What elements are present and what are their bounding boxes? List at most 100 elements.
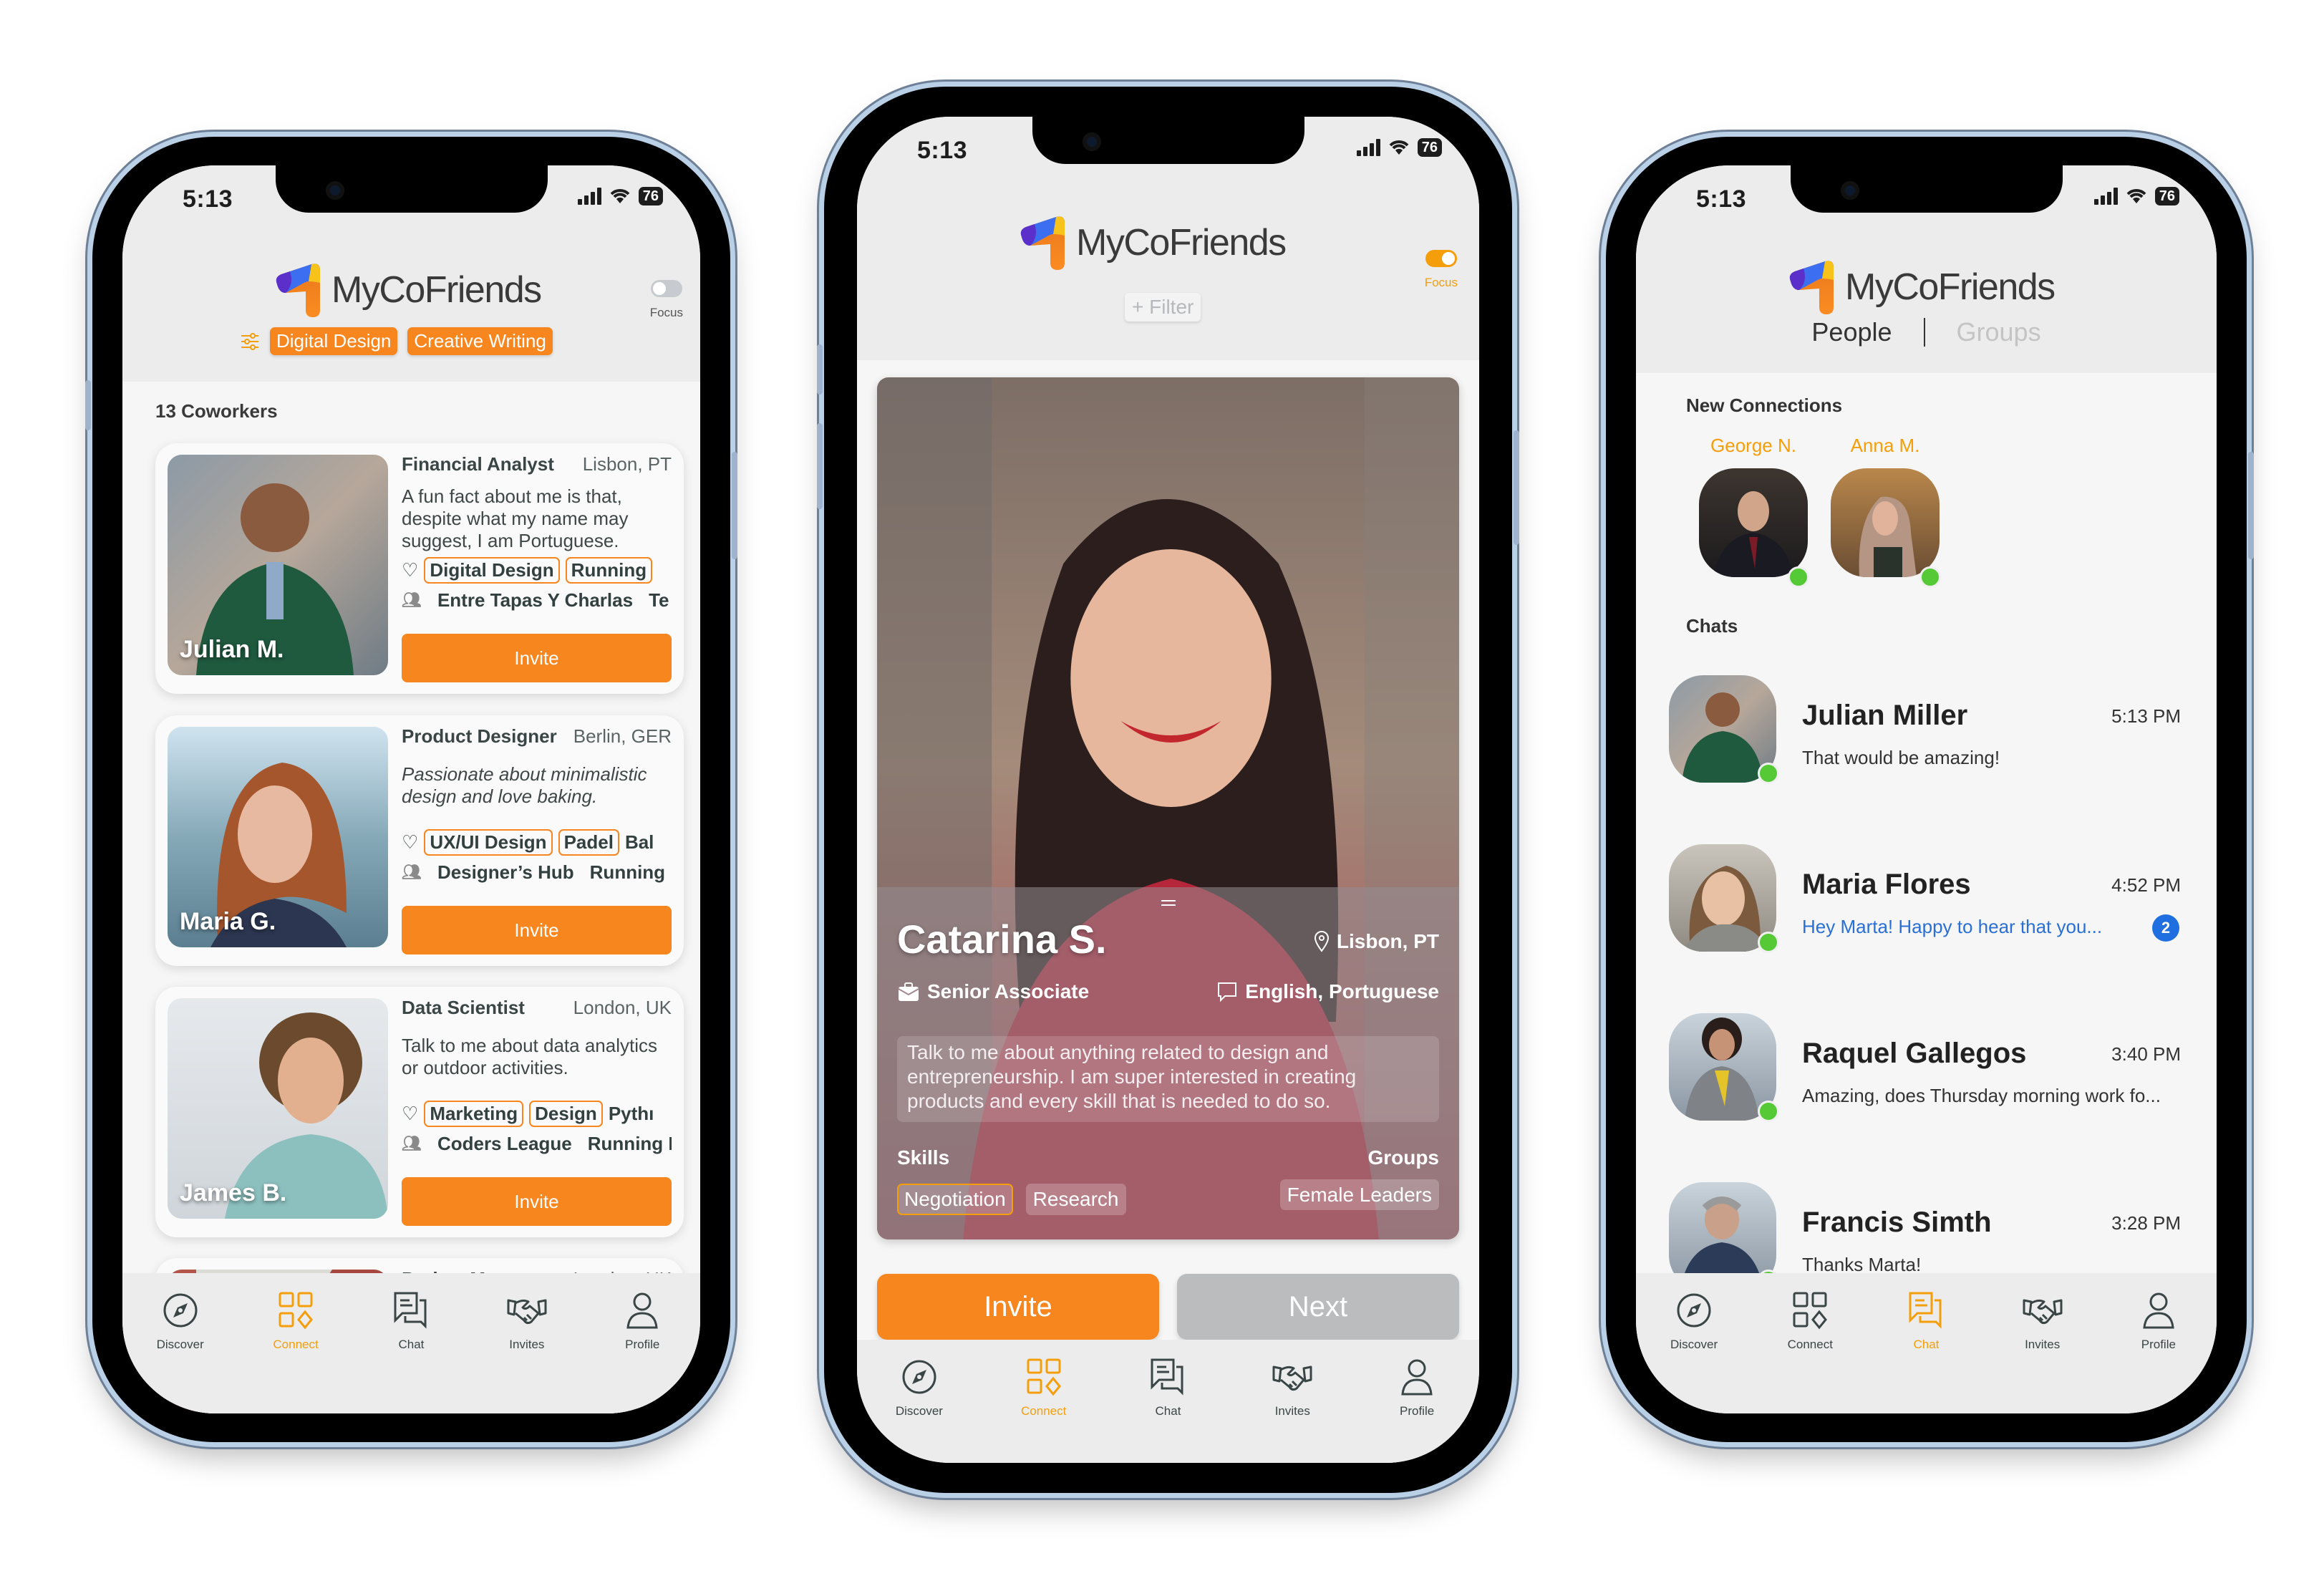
brand-name: MyCoFriends bbox=[1076, 222, 1287, 264]
coworker-location: Berlin, GER bbox=[573, 725, 672, 747]
nav-discover[interactable]: Discover bbox=[1647, 1290, 1740, 1413]
group-name: Coders League bbox=[437, 1132, 572, 1154]
signal-icon bbox=[2093, 188, 2118, 205]
notch bbox=[1790, 165, 2063, 213]
interest-tag-more: Bal bbox=[624, 831, 654, 853]
nav-profile[interactable]: Profile bbox=[2112, 1290, 2205, 1413]
bottom-nav: Discover Connect Chat Invites Profile bbox=[122, 1273, 700, 1413]
unread-badge: 2 bbox=[2152, 914, 2179, 942]
user-icon bbox=[626, 1292, 658, 1329]
nav-label: Connect bbox=[1021, 1404, 1067, 1418]
invite-button[interactable]: Invite bbox=[402, 634, 672, 682]
grid-icon bbox=[1793, 1292, 1828, 1330]
next-button[interactable]: Next bbox=[1177, 1274, 1459, 1340]
focus-toggle[interactable]: Focus bbox=[1425, 250, 1458, 290]
chat-row[interactable]: Julian Miller 5:13 PM That would be amaz… bbox=[1669, 675, 2188, 797]
group-name: Running I bbox=[587, 1132, 672, 1154]
nav-label: Connect bbox=[273, 1338, 319, 1351]
app-logo: MyCoFriends bbox=[273, 263, 542, 317]
filter-sliders-icon[interactable] bbox=[240, 332, 260, 352]
skill-tag[interactable]: Research bbox=[1025, 1184, 1126, 1215]
battery-indicator: 76 bbox=[1417, 138, 1442, 157]
invite-button[interactable]: Invite bbox=[877, 1274, 1159, 1340]
nav-connect[interactable]: Connect bbox=[997, 1357, 1090, 1463]
chat-name: Maria Flores bbox=[1802, 869, 1971, 900]
nav-label: Discover bbox=[1670, 1338, 1718, 1351]
logo-icon bbox=[1020, 216, 1065, 270]
nav-invites[interactable]: Invites bbox=[1996, 1290, 2089, 1413]
nav-chat[interactable]: Chat bbox=[1121, 1357, 1214, 1463]
nav-label: Discover bbox=[156, 1338, 204, 1351]
nav-chat[interactable]: Chat bbox=[1879, 1290, 1972, 1413]
groups-label: Groups bbox=[1367, 1146, 1439, 1169]
status-time: 5:13 bbox=[1696, 185, 1747, 213]
interest-tag-more: Pythı bbox=[608, 1102, 654, 1124]
skills-label: Skills bbox=[897, 1146, 950, 1169]
filter-chip[interactable]: Creative Writing bbox=[407, 327, 553, 355]
card-info: Data Scientist London, UK Talk to me abou… bbox=[402, 997, 672, 1156]
invite-button[interactable]: Invite bbox=[402, 1177, 672, 1226]
chat-time: 3:40 PM bbox=[2111, 1043, 2181, 1065]
nav-invites[interactable]: Invites bbox=[1246, 1357, 1339, 1463]
coworker-card[interactable]: James B. Data Scientist London, UK Talk t… bbox=[155, 987, 684, 1237]
groups-icon: 👥︎ bbox=[402, 863, 422, 881]
nav-connect[interactable]: Connect bbox=[249, 1290, 342, 1413]
location-text: Lisbon, PT bbox=[1336, 930, 1439, 952]
focus-toggle[interactable]: Focus bbox=[650, 280, 683, 320]
profile-photo: James B. bbox=[168, 998, 388, 1219]
nav-discover[interactable]: Discover bbox=[873, 1357, 966, 1463]
compass-icon bbox=[1677, 1293, 1711, 1328]
languages-text: English, Portuguese bbox=[1245, 980, 1439, 1002]
nav-label: Chat bbox=[398, 1338, 425, 1351]
skill-tag[interactable]: Negotiation bbox=[897, 1184, 1013, 1215]
nav-chat[interactable]: Chat bbox=[364, 1290, 457, 1413]
connection-name: George N. bbox=[1710, 435, 1796, 456]
drag-handle[interactable] bbox=[1161, 900, 1176, 906]
filter-chip[interactable]: Digital Design bbox=[270, 327, 398, 355]
online-indicator bbox=[1758, 763, 1779, 784]
tab-people[interactable]: People bbox=[1811, 317, 1892, 347]
phone-connect-list: 5:13 76 MyCoFriends Focus Digital Design… bbox=[85, 137, 737, 1442]
new-connection[interactable]: Anna M. bbox=[1831, 435, 1941, 588]
phone-profile-detail: 5:13 76 MyCoFriends Focus + Filter Catar… bbox=[817, 87, 1519, 1493]
coworker-bio: Passionate about minimalistic design and… bbox=[402, 763, 647, 807]
group-list: 👥︎ Coders League Running I bbox=[402, 1131, 672, 1156]
user-icon bbox=[1401, 1359, 1433, 1396]
new-connection[interactable]: George N. bbox=[1699, 435, 1809, 588]
coworker-role: Data Scientist bbox=[402, 997, 525, 1018]
connection-avatar bbox=[1699, 468, 1808, 577]
nav-invites[interactable]: Invites bbox=[480, 1290, 573, 1413]
heart-icon: ♡ bbox=[402, 559, 419, 581]
compass-icon bbox=[163, 1293, 198, 1328]
group-list: 👥︎ Entre Tapas Y Charlas Te bbox=[402, 587, 672, 613]
focus-switch[interactable] bbox=[1425, 250, 1457, 267]
chat-row[interactable]: Maria Flores 4:52 PM Hey Marta! Happy to… bbox=[1669, 844, 2188, 966]
coworker-card[interactable]: Maria G. Product Designer Berlin, GER Pas… bbox=[155, 715, 684, 966]
group-tags: Female Leaders bbox=[1279, 1179, 1439, 1210]
coworker-name: James B. bbox=[180, 1179, 287, 1207]
profile-name: Catarina S. bbox=[897, 917, 1107, 962]
chat-time: 4:52 PM bbox=[2111, 874, 2181, 896]
coworker-card[interactable]: Julian M. Financial Analyst Lisbon, PT A … bbox=[155, 443, 684, 694]
nav-discover[interactable]: Discover bbox=[134, 1290, 227, 1413]
nav-profile[interactable]: Profile bbox=[596, 1290, 689, 1413]
tab-groups[interactable]: Groups bbox=[1957, 317, 2041, 347]
profile-card[interactable]: Catarina S. Lisbon, PT Senior Associate … bbox=[877, 377, 1459, 1239]
nav-label: Profile bbox=[1399, 1404, 1435, 1418]
battery-indicator: 76 bbox=[2154, 187, 2179, 206]
chat-row[interactable]: Raquel Gallegos 3:40 PM Amazing, does Th… bbox=[1669, 1013, 2188, 1135]
add-filter-button[interactable]: + Filter bbox=[1125, 293, 1201, 322]
status-icons: 76 bbox=[577, 187, 663, 206]
focus-switch[interactable] bbox=[650, 280, 682, 297]
chat-name: Raquel Gallegos bbox=[1802, 1038, 2027, 1069]
side-button bbox=[817, 423, 823, 509]
card-info: Financial Analyst Lisbon, PT A fun fact a… bbox=[402, 453, 672, 613]
nav-profile[interactable]: Profile bbox=[1370, 1357, 1463, 1463]
invite-button[interactable]: Invite bbox=[402, 906, 672, 954]
nav-label: Invites bbox=[2025, 1338, 2061, 1351]
chat-bubbles-icon bbox=[1909, 1292, 1942, 1329]
coworker-bio: A fun fact about me is that, despite wha… bbox=[402, 485, 629, 551]
nav-connect[interactable]: Connect bbox=[1763, 1290, 1856, 1413]
group-tag[interactable]: Female Leaders bbox=[1279, 1179, 1439, 1210]
nav-label: Profile bbox=[2141, 1338, 2176, 1351]
